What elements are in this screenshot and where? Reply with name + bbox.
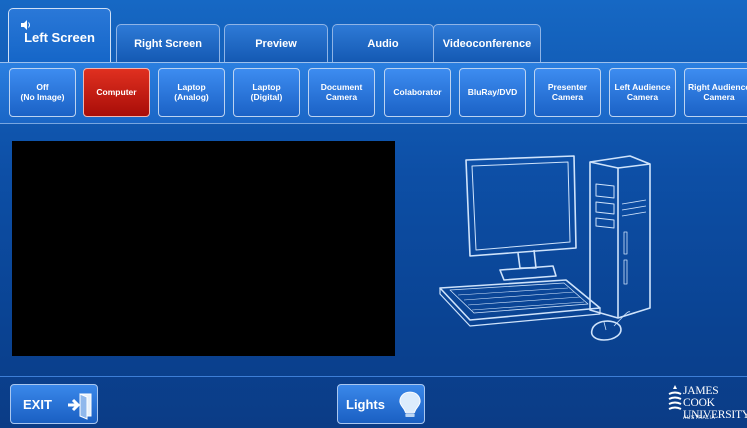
logo-line-3: AUSTRALIA <box>683 415 716 421</box>
tab-videoconference[interactable]: Videoconference <box>433 24 541 62</box>
speaker-icon <box>21 20 30 30</box>
source-label: BluRay/DVD <box>467 86 518 97</box>
logo-emblem-icon <box>668 385 682 410</box>
video-preview <box>12 141 395 356</box>
source-button-computer[interactable]: Computer <box>83 68 150 117</box>
tab-preview[interactable]: Preview <box>224 24 328 62</box>
source-label: Laptop (Analog) <box>174 81 209 102</box>
tab-right-screen[interactable]: Right Screen <box>116 24 220 62</box>
computer-icon <box>439 155 651 341</box>
exit-button[interactable]: EXIT <box>10 384 98 424</box>
exit-label: EXIT <box>23 396 52 412</box>
source-label: Laptop (Digital) <box>250 81 283 102</box>
source-label: Right Audience Camera <box>688 81 747 102</box>
screen-tabs: Left Screen Right Screen Preview Audio V… <box>0 0 747 62</box>
source-label: Document Camera <box>320 81 363 102</box>
source-button-off[interactable]: Off (No Image) <box>9 68 76 117</box>
exit-door-icon <box>68 393 92 420</box>
source-button-presenter-camera[interactable]: Presenter Camera <box>534 68 601 117</box>
tab-label: Right Screen <box>134 37 202 50</box>
source-label: Colaborator <box>393 86 442 97</box>
lights-label: Lights <box>346 396 385 412</box>
control-panel: Left Screen Right Screen Preview Audio V… <box>0 0 747 428</box>
tab-label: Audio <box>367 37 399 50</box>
source-button-document-camera[interactable]: Document Camera <box>308 68 375 117</box>
tab-left-screen[interactable]: Left Screen <box>8 8 111 62</box>
lightbulb-icon <box>399 391 421 417</box>
tab-label: Videoconference <box>442 37 532 50</box>
tab-label: Preview <box>255 37 297 50</box>
source-label: Presenter Camera <box>547 81 588 102</box>
source-label: Off (No Image) <box>20 81 65 102</box>
tab-audio[interactable]: Audio <box>332 24 434 62</box>
source-button-colaborator[interactable]: Colaborator <box>384 68 451 117</box>
source-button-laptop-digital[interactable]: Laptop (Digital) <box>233 68 300 117</box>
source-button-left-audience-camera[interactable]: Left Audience Camera <box>609 68 676 117</box>
jcu-logo: JAMES COOK UNIVERSITY AUSTRALIA <box>668 382 747 428</box>
source-button-laptop-analog[interactable]: Laptop (Analog) <box>158 68 225 117</box>
source-label: Left Audience Camera <box>614 81 671 102</box>
source-selector: Off (No Image) Computer Laptop (Analog) … <box>0 62 747 124</box>
logo-line-1: JAMES COOK <box>683 385 719 410</box>
bottom-divider <box>0 376 747 377</box>
tab-label: Left Screen <box>24 30 95 45</box>
source-label: Computer <box>96 86 137 97</box>
source-button-right-audience-camera[interactable]: Right Audience Camera <box>684 68 747 117</box>
source-button-bluray-dvd[interactable]: BluRay/DVD <box>459 68 526 117</box>
lights-button[interactable]: Lights <box>337 384 425 424</box>
